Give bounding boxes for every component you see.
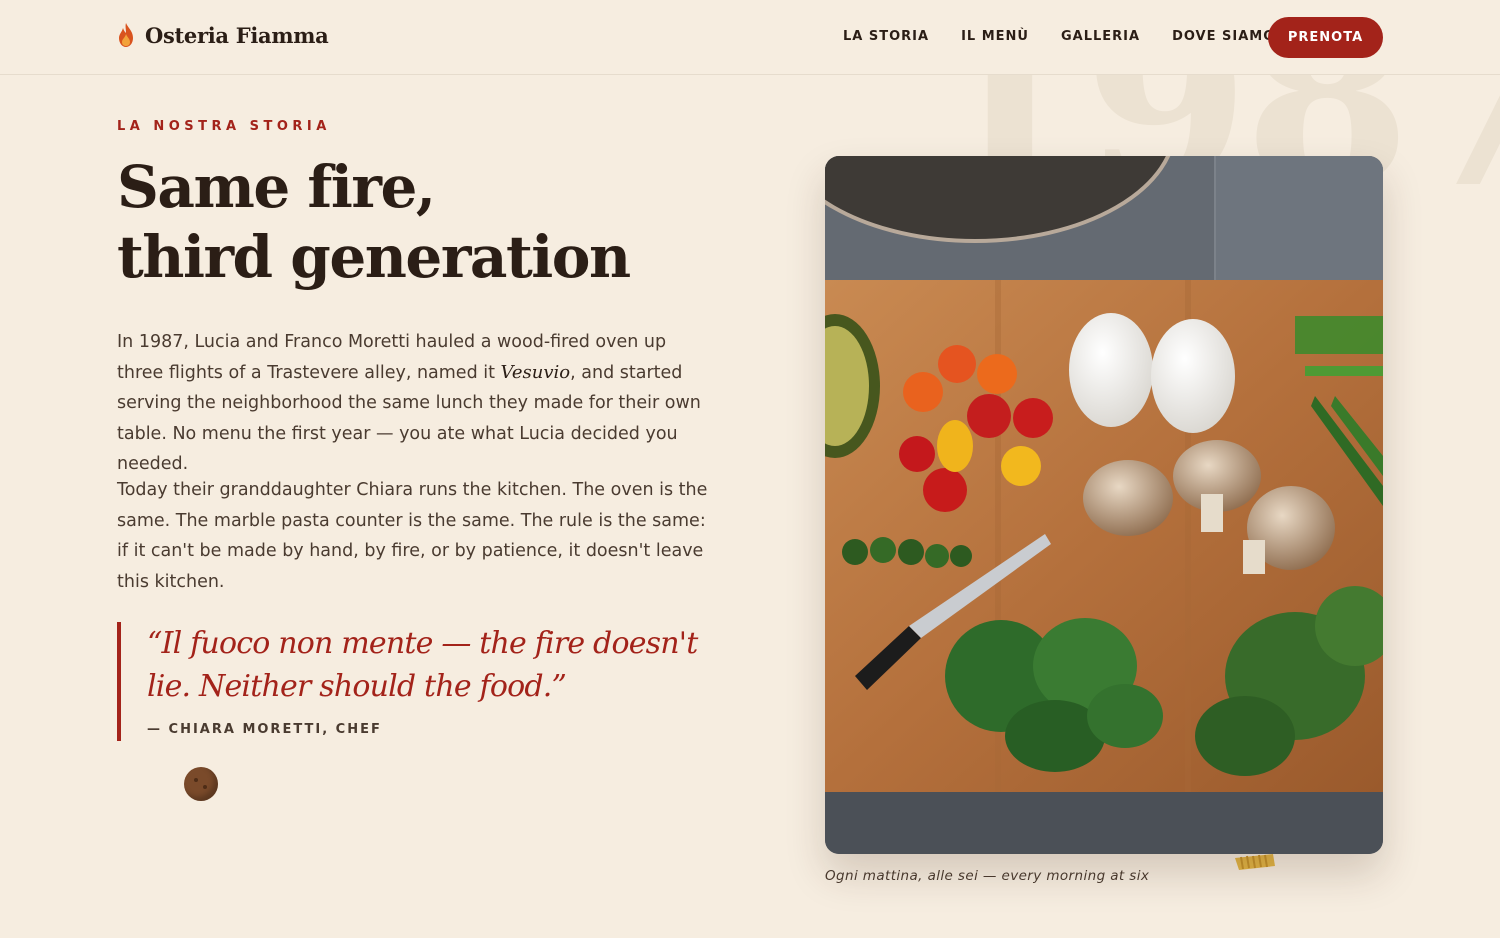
story-paragraph-2: Today their granddaughter Chiara runs th…	[117, 480, 708, 592]
kitchen-photo	[825, 156, 1383, 854]
nav-link-il-menu[interactable]: IL MENÙ	[961, 29, 1029, 44]
headline-line-2: third generation	[117, 223, 631, 291]
decorative-olive-icon	[184, 767, 218, 801]
reserve-button[interactable]: PRENOTA	[1268, 17, 1383, 58]
headline-line-1: Same fire,	[117, 153, 436, 221]
nav-link-la-storia[interactable]: LA STORIA	[843, 29, 929, 44]
site-header: Osteria Fiamma LA STORIA IL MENÙ GALLERI…	[0, 0, 1500, 75]
nav-link-galleria[interactable]: GALLERIA	[1061, 29, 1140, 44]
decorative-pasta-icon	[1233, 852, 1277, 872]
oven-name: Vesuvio	[500, 361, 571, 383]
brand-name: Osteria Fiamma	[145, 22, 329, 48]
quote-text: “Il fuoco non mente — the fire doesn't l…	[147, 626, 698, 704]
brand-logo[interactable]: Osteria Fiamma	[117, 22, 329, 48]
photo-caption: Ogni mattina, alle sei — every morning a…	[825, 868, 1150, 884]
nav-link-dove-siamo[interactable]: DOVE SIAMO	[1172, 29, 1275, 44]
story-paragraph-1: In 1987, Lucia and Franco Moretti hauled…	[117, 327, 717, 480]
main-nav: LA STORIA IL MENÙ GALLERIA DOVE SIAMO	[843, 29, 1275, 44]
section-eyebrow: LA NOSTRA STORIA	[117, 119, 331, 134]
chef-quote: “Il fuoco non mente — the fire doesn't l…	[117, 622, 717, 741]
flame-icon	[119, 23, 133, 47]
quote-attribution: — CHIARA MORETTI, CHEF	[147, 722, 382, 737]
page-title: Same fire, third generation	[117, 152, 757, 292]
